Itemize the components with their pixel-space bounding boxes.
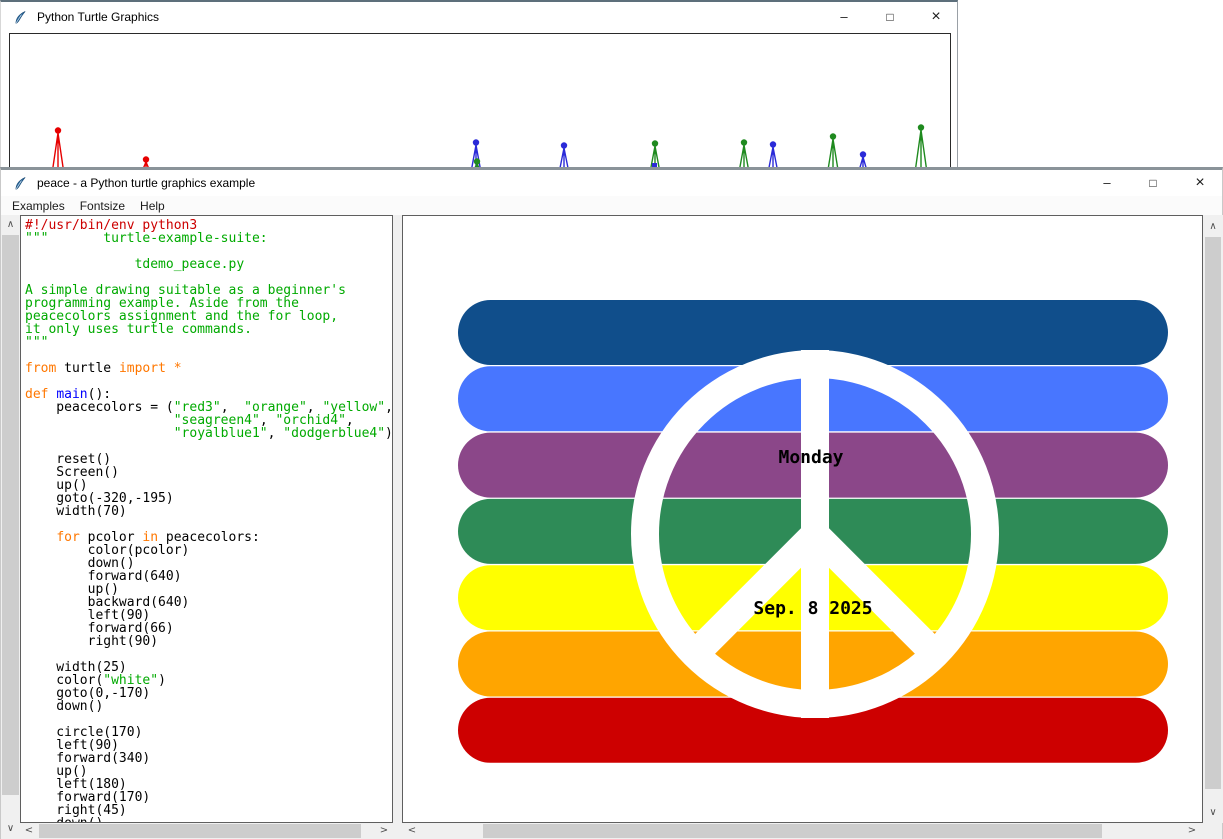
minimize-button[interactable]: – (827, 2, 861, 32)
tree-dot (918, 124, 924, 130)
scrollbar-thumb[interactable] (39, 824, 361, 838)
scrollbar-thumb[interactable] (483, 824, 1102, 838)
menu-help[interactable]: Help (134, 198, 171, 214)
maximize-button[interactable]: □ (1136, 170, 1170, 196)
code-line: it only uses turtle commands. (25, 323, 392, 336)
editor-horizontal-scrollbar[interactable]: < > (20, 823, 393, 839)
scroll-down-icon[interactable]: ∨ (1203, 807, 1223, 819)
window-content: ∧ ∨ #!/usr/bin/env python3""" turtle-exa… (1, 215, 1222, 839)
scroll-right-icon[interactable]: > (377, 823, 391, 839)
code-line: width(70) (25, 505, 392, 518)
tree-dot (770, 141, 776, 147)
tree-dot (860, 151, 866, 157)
menu-examples[interactable]: Examples (6, 198, 71, 214)
editor-vertical-scrollbar[interactable]: ∧ ∨ (1, 215, 20, 839)
tree-drawing (10, 34, 950, 169)
tree-dot (741, 139, 747, 145)
tk-feather-icon (13, 10, 28, 25)
tree-dot (55, 127, 61, 133)
drawing-canvas: Monday Sep. 8 2025 (402, 215, 1203, 823)
weekday-label: Monday (778, 447, 843, 468)
tree (739, 145, 748, 169)
scroll-left-icon[interactable]: < (22, 823, 36, 839)
code-line: "royalblue1", "dodgerblue4") (25, 427, 392, 440)
back-window: Python Turtle Graphics – □ × (0, 0, 958, 170)
tree-dot (561, 142, 567, 148)
close-button[interactable]: × (1183, 170, 1217, 196)
scroll-up-icon[interactable]: ∧ (1, 219, 20, 231)
code-line: """ turtle-example-suite: (25, 232, 392, 245)
date-label: Sep. 8 2025 (753, 598, 872, 619)
code-line: """ (25, 336, 392, 349)
scroll-left-icon[interactable]: < (405, 823, 419, 839)
tree (828, 139, 838, 169)
tree (53, 133, 64, 169)
menu-fontsize[interactable]: Fontsize (74, 198, 131, 214)
tree-dot (652, 140, 658, 146)
tree-dot (830, 133, 836, 139)
front-title-bar[interactable]: peace - a Python turtle graphics example… (1, 170, 1222, 196)
code-line: right(90) (25, 635, 392, 648)
code-line: down() (25, 700, 392, 713)
scroll-right-icon[interactable]: > (1185, 823, 1199, 839)
tree-dot (474, 158, 480, 164)
turtle-canvas-back (9, 33, 951, 170)
tree (915, 130, 926, 169)
tree (560, 148, 569, 169)
code-line: tdemo_peace.py (25, 258, 392, 271)
scroll-up-icon[interactable]: ∧ (1203, 221, 1223, 233)
peace-drawing: Monday Sep. 8 2025 (403, 216, 1202, 822)
window-title: Python Turtle Graphics (37, 10, 159, 24)
menubar: ExamplesFontsizeHelp (1, 196, 1222, 215)
scroll-down-icon[interactable]: ∨ (1, 823, 20, 835)
tree-dot (143, 156, 149, 162)
scrollbar-thumb[interactable] (1205, 237, 1221, 789)
close-button[interactable]: × (919, 2, 953, 32)
back-title-bar[interactable]: Python Turtle Graphics – □ × (1, 2, 957, 32)
scrollbar-thumb[interactable] (2, 235, 19, 795)
front-window: peace - a Python turtle graphics example… (0, 167, 1223, 839)
code-editor[interactable]: #!/usr/bin/env python3""" turtle-example… (20, 215, 393, 823)
window-title: peace - a Python turtle graphics example (37, 176, 255, 190)
maximize-button[interactable]: □ (873, 2, 907, 32)
canvas-vertical-scrollbar[interactable]: ∧ ∨ (1203, 215, 1223, 823)
code-line: from turtle import * (25, 362, 392, 375)
tree (769, 147, 778, 169)
tree-dot (473, 139, 479, 145)
minimize-button[interactable]: – (1090, 170, 1124, 196)
tk-feather-icon (13, 176, 28, 191)
canvas-horizontal-scrollbar[interactable]: < > (402, 823, 1203, 839)
